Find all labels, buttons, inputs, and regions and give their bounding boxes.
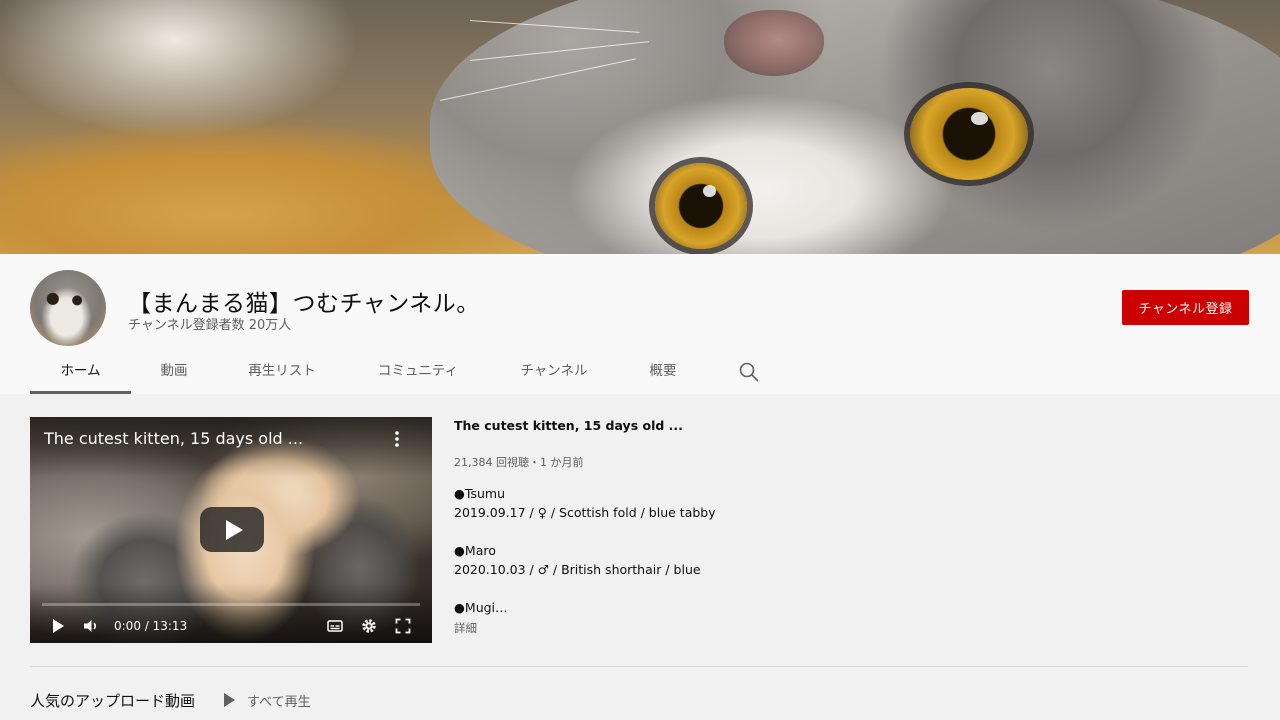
video-title[interactable]: The cutest kitten, 15 days old ... xyxy=(454,418,874,433)
description-line: 2020.10.03 / ♂ / British shorthair / blu… xyxy=(454,562,701,577)
banner-cat-eye-right xyxy=(910,88,1028,180)
description-line: ●Mugi… xyxy=(454,600,508,615)
featured-video-player[interactable]: The cutest kitten, 15 days old ... 0:00 … xyxy=(30,417,432,643)
tab-about[interactable]: 概要 xyxy=(636,354,690,394)
tab-channels[interactable]: チャンネル xyxy=(504,354,604,394)
search-icon[interactable] xyxy=(738,361,760,383)
section-divider xyxy=(30,666,1248,667)
video-meta: 21,384 回視聴・1 か月前 xyxy=(454,456,584,469)
channel-banner xyxy=(0,0,1280,254)
gear-icon[interactable] xyxy=(360,617,378,635)
subscribe-button[interactable]: チャンネル登録 xyxy=(1122,290,1249,325)
channel-header: 【まんまる猫】つむチャンネル。 チャンネル登録者数 20万人 チャンネル登録 ホ… xyxy=(0,254,1280,394)
play-icon[interactable] xyxy=(50,617,66,635)
more-link[interactable]: 詳細 xyxy=(454,620,477,636)
fullscreen-icon[interactable] xyxy=(394,617,412,635)
channel-title: 【まんまる猫】つむチャンネル。 xyxy=(128,291,480,317)
big-play-button[interactable] xyxy=(200,507,264,552)
volume-icon[interactable] xyxy=(82,617,100,635)
description-line: ●Maro xyxy=(454,543,496,558)
banner-cat-eye-left xyxy=(655,163,747,249)
shelf-title[interactable]: 人気のアップロード動画 xyxy=(30,690,195,711)
tab-videos[interactable]: 動画 xyxy=(144,354,204,394)
subscriber-count: チャンネル登録者数 20万人 xyxy=(128,318,292,333)
channel-avatar[interactable] xyxy=(30,270,106,346)
more-vert-icon[interactable] xyxy=(392,429,402,449)
play-all-label: すべて再生 xyxy=(247,694,311,710)
description-line: 2019.09.17 / ♀ / Scottish fold / blue ta… xyxy=(454,505,716,520)
banner-cat-nose xyxy=(724,10,824,76)
time-display: 0:00 / 13:13 xyxy=(114,619,188,633)
tab-community[interactable]: コミュニティ xyxy=(364,354,472,394)
description-line: ●Tsumu xyxy=(454,486,506,501)
player-title[interactable]: The cutest kitten, 15 days old ... xyxy=(44,429,303,448)
play-icon xyxy=(224,693,235,707)
subtitles-icon[interactable] xyxy=(326,617,344,635)
tab-playlists[interactable]: 再生リスト xyxy=(232,354,332,394)
play-all-button[interactable]: すべて再生 xyxy=(224,690,311,710)
tab-home[interactable]: ホーム xyxy=(30,354,131,394)
progress-bar[interactable] xyxy=(42,603,420,606)
channel-tabs: ホーム 動画 再生リスト コミュニティ チャンネル 概要 xyxy=(0,354,1280,394)
featured-video-info: The cutest kitten, 15 days old ... 21,38… xyxy=(454,418,874,635)
banner-cat-face xyxy=(430,0,1280,254)
